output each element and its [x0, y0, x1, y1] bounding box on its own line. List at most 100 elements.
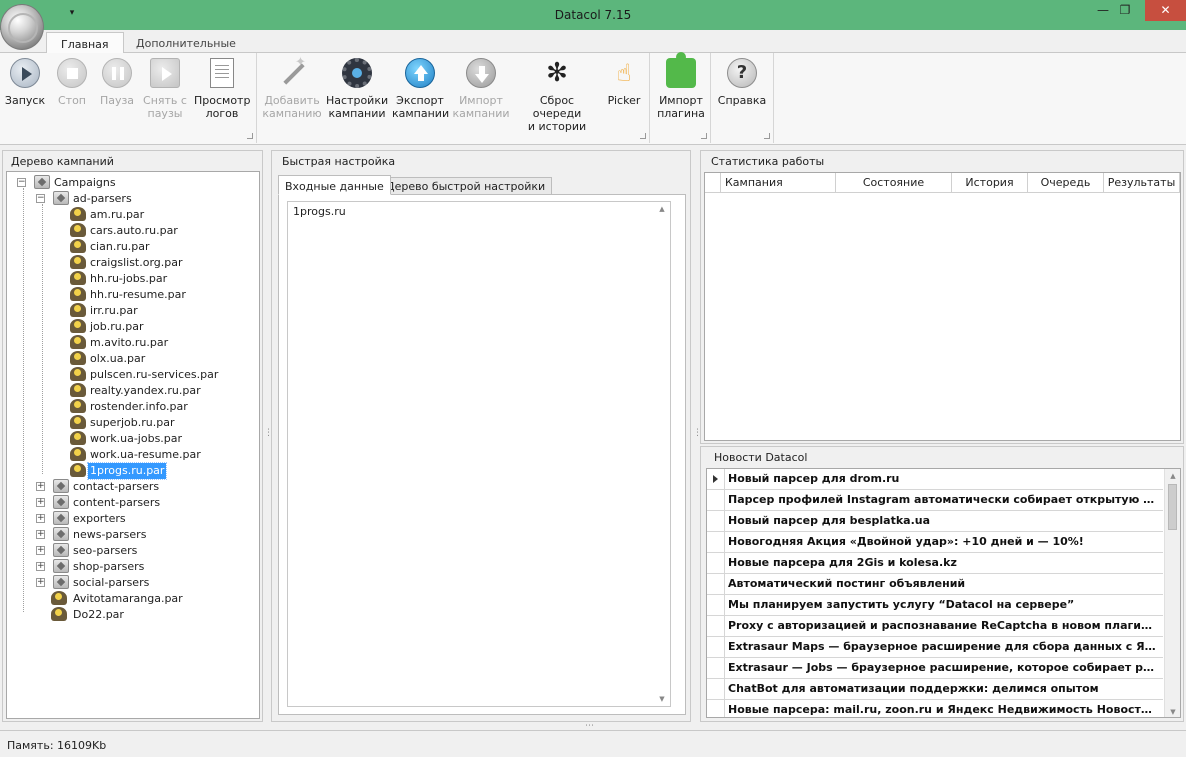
tree-node-file[interactable]: Do22.par — [36, 607, 196, 623]
campaign-settings-button[interactable]: Настройки кампании — [326, 57, 388, 120]
group-launcher-icon[interactable] — [764, 133, 770, 139]
expand-icon[interactable]: + — [36, 498, 45, 507]
column-history[interactable]: История — [952, 173, 1028, 193]
add-campaign-label-2: кампанию — [262, 107, 322, 120]
tree-node-folder[interactable]: + social-parsers — [36, 575, 176, 591]
news-item[interactable]: Extrasaur — Jobs — браузерное расширение… — [707, 658, 1163, 679]
news-item[interactable]: Новые парсера для 2Gis и kolesa.kz — [707, 553, 1163, 574]
tab-quick-setup-tree[interactable]: Дерево быстрой настройки — [379, 177, 553, 195]
campaign-tree-title: Дерево кампаний — [11, 155, 114, 168]
ribbon: Запуск Стоп Пауза Снять с паузы Просмотр… — [0, 52, 1186, 145]
input-tab-content: 1progs.ru ▲ ▼ — [278, 194, 686, 715]
export-campaign-button[interactable]: Экспорт кампании — [392, 57, 449, 120]
scroll-down-icon[interactable]: ▼ — [1165, 705, 1180, 717]
add-campaign-button[interactable]: Добавить кампанию — [262, 56, 322, 120]
row-header — [707, 574, 725, 594]
column-queue[interactable]: Очередь — [1028, 173, 1104, 193]
tree-node-root[interactable]: − Campaigns — [17, 175, 137, 191]
picker-button[interactable]: ☝ Picker — [604, 57, 644, 107]
tree-node-ad-parsers[interactable]: − ad-parsers — [36, 191, 156, 207]
tree-node-label: Campaigns — [54, 176, 116, 189]
tree-node-folder[interactable]: + exporters — [36, 511, 176, 527]
column-state[interactable]: Состояние — [836, 173, 952, 193]
unpause-button[interactable]: Снять с паузы — [142, 57, 188, 120]
collapse-icon[interactable]: − — [36, 194, 45, 203]
news-title: Новости Datacol — [714, 451, 808, 464]
news-item[interactable]: Новые парсера: mail.ru, zoon.ru и Яндекс… — [707, 700, 1163, 717]
reset-queue-icon: ✻ — [546, 58, 568, 88]
expand-icon[interactable]: + — [36, 546, 45, 555]
pointing-hand-icon: ☝ — [616, 59, 632, 87]
group-launcher-icon[interactable] — [247, 133, 253, 139]
expand-icon[interactable]: + — [36, 562, 45, 571]
news-item[interactable]: Новый парсер для besplatka.ua — [707, 511, 1163, 532]
import-campaign-button[interactable]: Импорт кампании — [452, 57, 510, 120]
tree-node-file[interactable]: Avitotamaranga.par — [36, 591, 196, 607]
news-item-text: Автоматический постинг объявлений — [728, 577, 966, 590]
application-menu-button[interactable] — [0, 4, 44, 50]
news-item[interactable]: ChatBot для автоматизации поддержки: дел… — [707, 679, 1163, 700]
input-data-textarea[interactable]: 1progs.ru ▲ ▼ — [287, 201, 671, 707]
news-item[interactable]: Extrasaur Maps — браузерное расширение д… — [707, 637, 1163, 658]
news-item-text: ChatBot для автоматизации поддержки: дел… — [728, 682, 1099, 695]
tab-additional[interactable]: Дополнительные — [122, 32, 250, 54]
tab-input-data[interactable]: Входные данные — [278, 175, 391, 195]
group-launcher-icon[interactable] — [701, 133, 707, 139]
tree-node-label: pulscen.ru-services.par — [90, 368, 219, 381]
input-scrollbar[interactable]: ▲ ▼ — [654, 202, 670, 706]
scroll-down-icon[interactable]: ▼ — [654, 692, 670, 706]
tab-main[interactable]: Главная — [46, 32, 124, 54]
news-scrollbar[interactable]: ▲ ▼ — [1164, 469, 1180, 717]
question-mark-icon: ? — [727, 58, 757, 88]
tree-node-folder[interactable]: + contact-parsers — [36, 479, 176, 495]
parser-bot-icon — [70, 255, 86, 269]
expand-icon[interactable]: + — [36, 578, 45, 587]
view-logs-button[interactable]: Просмотр логов — [194, 57, 250, 120]
news-item[interactable]: Автоматический постинг объявлений — [707, 574, 1163, 595]
close-button[interactable]: ✕ — [1145, 0, 1186, 21]
parser-bot-icon — [70, 431, 86, 445]
stats-grid[interactable]: Кампания Состояние История Очередь Резул… — [704, 172, 1181, 441]
group-launcher-icon[interactable] — [640, 133, 646, 139]
tree-node-label: content-parsers — [73, 496, 161, 509]
news-item[interactable]: Парсер профилей Instagram автоматически … — [707, 490, 1163, 511]
parser-bot-icon — [70, 383, 86, 397]
right-splitter-handle[interactable]: ⋮ — [693, 428, 702, 438]
unpause-label-2: паузы — [147, 107, 183, 120]
tree-node-folder[interactable]: + shop-parsers — [36, 559, 176, 575]
help-button[interactable]: ? Справка — [716, 57, 768, 107]
quick-setup-panel: Быстрая настройка Входные данные Дерево … — [271, 150, 691, 722]
reset-queue-button[interactable]: ✻ Сброс очереди и истории — [514, 57, 600, 133]
tree-node-label: seo-parsers — [73, 544, 138, 557]
news-item[interactable]: Мы планируем запустить услугу “Datacol н… — [707, 595, 1163, 616]
tree-node-label: Do22.par — [73, 608, 124, 621]
tree-node-folder[interactable]: + news-parsers — [36, 527, 176, 543]
unpause-icon — [150, 58, 180, 88]
scroll-up-icon[interactable]: ▲ — [1165, 469, 1180, 483]
expand-icon[interactable]: + — [36, 482, 45, 491]
pause-button[interactable]: Пауза — [96, 57, 138, 107]
stop-icon — [57, 58, 87, 88]
quick-setup-title: Быстрая настройка — [282, 155, 396, 168]
start-button[interactable]: Запуск — [4, 57, 46, 107]
expand-icon[interactable]: + — [36, 514, 45, 523]
left-splitter-handle[interactable]: ⋮ — [264, 428, 273, 438]
column-campaign[interactable]: Кампания — [721, 173, 836, 193]
column-results[interactable]: Результаты — [1104, 173, 1180, 193]
expand-icon[interactable]: + — [36, 530, 45, 539]
news-item[interactable]: Новогодняя Акция «Двойной удар»: +10 дне… — [707, 532, 1163, 553]
campaign-tree[interactable]: − Campaigns − ad-parsers am.ru.par cars.… — [6, 171, 260, 719]
news-item[interactable]: Новый парсер для drom.ru — [707, 469, 1163, 490]
news-grid[interactable]: Новый парсер для drom.ru Парсер профилей… — [706, 468, 1181, 718]
stop-button[interactable]: Стоп — [52, 57, 92, 107]
window-title: Datacol 7.15 — [554, 8, 632, 22]
import-plugin-button[interactable]: Импорт плагина — [655, 52, 707, 120]
news-panel: Новости Datacol Новый парсер для drom.ru… — [700, 446, 1184, 722]
scroll-up-icon[interactable]: ▲ — [654, 202, 670, 216]
collapse-icon[interactable]: − — [17, 178, 26, 187]
tree-node-folder[interactable]: + seo-parsers — [36, 543, 176, 559]
restore-button[interactable]: ❐ — [1110, 0, 1140, 21]
news-item[interactable]: Proxy с авторизацией и распознавание ReC… — [707, 616, 1163, 637]
scroll-thumb[interactable] — [1168, 484, 1177, 530]
tree-node-folder[interactable]: + content-parsers — [36, 495, 176, 511]
